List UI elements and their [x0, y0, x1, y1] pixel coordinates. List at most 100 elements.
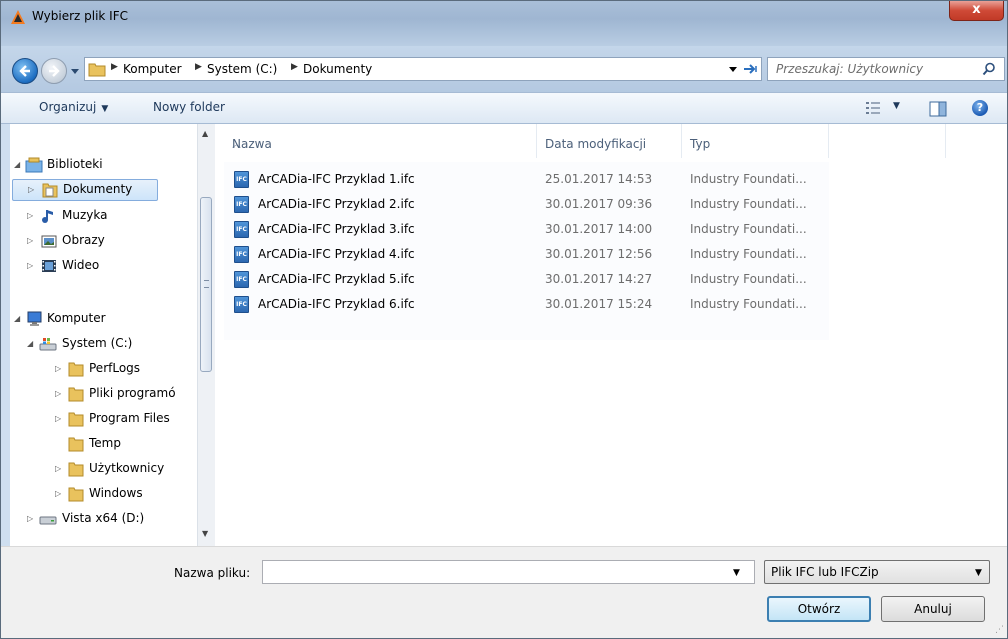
filename-dropdown-icon[interactable]: ▼ [733, 568, 740, 578]
video-icon [42, 260, 56, 272]
recent-pages-dropdown[interactable] [69, 65, 81, 77]
folder-icon [68, 362, 84, 377]
preview-pane-icon[interactable] [929, 101, 947, 117]
forward-button[interactable] [41, 58, 67, 84]
breadcrumb-separator[interactable]: ▶ [195, 62, 202, 72]
refresh-icon[interactable] [741, 60, 759, 78]
nav-item-program-files[interactable]: ▷ Program Files [12, 408, 197, 430]
collapsed-arrow-icon[interactable]: ▷ [28, 185, 34, 194]
nav-scrollbar[interactable]: ▲ ▼ [197, 124, 215, 546]
expanded-arrow-icon[interactable]: ◢ [14, 314, 20, 323]
column-header-type[interactable]: Typ [682, 124, 829, 158]
file-name: ArCADia-IFC Przyklad 4.ifc [258, 247, 415, 261]
pictures-icon [41, 235, 57, 248]
collapsed-arrow-icon[interactable]: ▷ [27, 236, 33, 245]
nav-item-computer[interactable]: ◢ Komputer [12, 308, 192, 330]
file-date: 30.01.2017 09:36 [545, 197, 653, 211]
breadcrumb-separator[interactable]: ▶ [111, 62, 118, 72]
organize-button[interactable]: Organizuj ▼ [39, 100, 108, 114]
column-header-date[interactable]: Data modyfikacji [537, 124, 682, 158]
resize-grip-icon[interactable]: ⋰ [995, 625, 1004, 635]
nav-item-program-files-pl[interactable]: ▷ Pliki programó [12, 383, 197, 405]
navigation-pane: ◢ Biblioteki ▷ Dokumenty ▷ Muzyka ▷ Obra… [10, 124, 218, 546]
back-arrow-icon [19, 65, 30, 77]
collapsed-arrow-icon[interactable]: ▷ [55, 364, 61, 373]
file-name: ArCADia-IFC Przyklad 6.ifc [258, 297, 415, 311]
close-button[interactable]: x [949, 1, 1004, 21]
collapsed-arrow-icon[interactable]: ▷ [55, 389, 61, 398]
open-button[interactable]: Otwórz [767, 596, 871, 622]
nav-item-libraries[interactable]: ◢ Biblioteki [12, 154, 192, 176]
file-row[interactable]: IFC ArCADia-IFC Przyklad 2.ifc 30.01.201… [224, 192, 829, 217]
ifc-file-icon: IFC [234, 196, 249, 213]
nav-item-perflogs[interactable]: ▷ PerfLogs [12, 358, 197, 380]
breadcrumb-komputer[interactable]: Komputer [123, 62, 182, 76]
expanded-arrow-icon[interactable]: ◢ [27, 339, 33, 348]
file-date: 30.01.2017 12:56 [545, 247, 653, 261]
filename-label: Nazwa pliku: [174, 566, 251, 580]
collapsed-arrow-icon[interactable]: ▷ [55, 414, 61, 423]
system-drive-icon [39, 338, 57, 351]
documents-folder-icon [42, 183, 58, 198]
scroll-up-arrow-icon[interactable]: ▲ [202, 129, 208, 138]
folder-icon [68, 412, 84, 427]
collapsed-arrow-icon[interactable]: ▷ [55, 464, 61, 473]
title-bar[interactable]: Wybierz plik IFC x [1, 1, 1007, 46]
file-row[interactable]: IFC ArCADia-IFC Przyklad 1.ifc 25.01.201… [224, 167, 829, 192]
file-row[interactable]: IFC ArCADia-IFC Przyklad 3.ifc 30.01.201… [224, 217, 829, 242]
expanded-arrow-icon[interactable]: ◢ [14, 160, 20, 169]
organize-label: Organizuj [39, 100, 97, 114]
file-date: 30.01.2017 15:24 [545, 297, 653, 311]
scroll-thumb[interactable] [200, 197, 212, 372]
file-type: Industry Foundati... [690, 272, 807, 286]
search-input[interactable]: Przeszukaj: Użytkownicy [767, 57, 1005, 81]
nav-item-windows[interactable]: ▷ Windows [12, 483, 197, 505]
collapsed-arrow-icon[interactable]: ▷ [27, 261, 33, 270]
breadcrumb-separator[interactable]: ▶ [291, 62, 298, 72]
forward-arrow-icon [49, 65, 60, 77]
nav-item-video[interactable]: ▷ Wideo [12, 255, 192, 277]
column-header-empty[interactable] [829, 124, 946, 158]
back-button[interactable] [12, 58, 38, 84]
view-options-icon[interactable] [865, 101, 881, 115]
ifc-file-icon: IFC [234, 246, 249, 263]
nav-item-vista-d[interactable]: ▷ Vista x64 (D:) [12, 508, 197, 530]
file-row[interactable]: IFC ArCADia-IFC Przyklad 6.ifc 30.01.201… [224, 292, 829, 317]
scroll-down-arrow-icon[interactable]: ▼ [202, 529, 208, 538]
breadcrumb-dokumenty[interactable]: Dokumenty [303, 62, 372, 76]
help-icon[interactable]: ? [972, 100, 988, 116]
nav-item-system-c[interactable]: ◢ System (C:) [12, 333, 192, 355]
nav-item-temp[interactable]: Temp [12, 433, 197, 455]
music-icon [42, 210, 53, 223]
collapsed-arrow-icon[interactable]: ▷ [55, 489, 61, 498]
nav-item-documents[interactable]: ▷ Dokumenty [12, 179, 158, 201]
file-date: 25.01.2017 14:53 [545, 172, 653, 186]
new-folder-button[interactable]: Nowy folder [153, 100, 225, 114]
address-bar[interactable]: ▶ Komputer ▶ System (C:) ▶ Dokumenty [84, 57, 762, 81]
file-type: Industry Foundati... [690, 247, 807, 261]
collapsed-arrow-icon[interactable]: ▷ [27, 514, 33, 523]
nav-item-users[interactable]: ▷ Użytkownicy [12, 458, 197, 480]
column-header-name[interactable]: ︿ Nazwa [224, 124, 537, 158]
filename-input[interactable]: ▼ [262, 560, 755, 584]
file-type: Industry Foundati... [690, 297, 807, 311]
ifc-file-icon: IFC [234, 296, 249, 313]
nav-item-music[interactable]: ▷ Muzyka [12, 205, 192, 227]
file-type-select[interactable]: Plik IFC lub IFCZip ▼ [764, 560, 990, 584]
cancel-button[interactable]: Anuluj [881, 596, 985, 622]
nav-item-pictures[interactable]: ▷ Obrazy [12, 230, 192, 252]
window-title: Wybierz plik IFC [32, 9, 129, 23]
collapsed-arrow-icon[interactable]: ▷ [27, 211, 33, 220]
folder-icon [68, 462, 84, 477]
file-row[interactable]: IFC ArCADia-IFC Przyklad 5.ifc 30.01.201… [224, 267, 829, 292]
chevron-down-icon: ▼ [975, 568, 982, 578]
address-dropdown-icon[interactable] [728, 64, 738, 74]
file-list: IFC ArCADia-IFC Przyklad 1.ifc 25.01.201… [224, 162, 829, 340]
ifc-file-icon: IFC [234, 171, 249, 188]
views-dropdown-icon[interactable]: ▼ [893, 101, 900, 111]
grip-icon [204, 280, 209, 288]
search-icon[interactable] [982, 62, 996, 76]
file-row[interactable]: IFC ArCADia-IFC Przyklad 4.ifc 30.01.201… [224, 242, 829, 267]
file-name: ArCADia-IFC Przyklad 2.ifc [258, 197, 415, 211]
breadcrumb-system-c[interactable]: System (C:) [207, 62, 277, 76]
